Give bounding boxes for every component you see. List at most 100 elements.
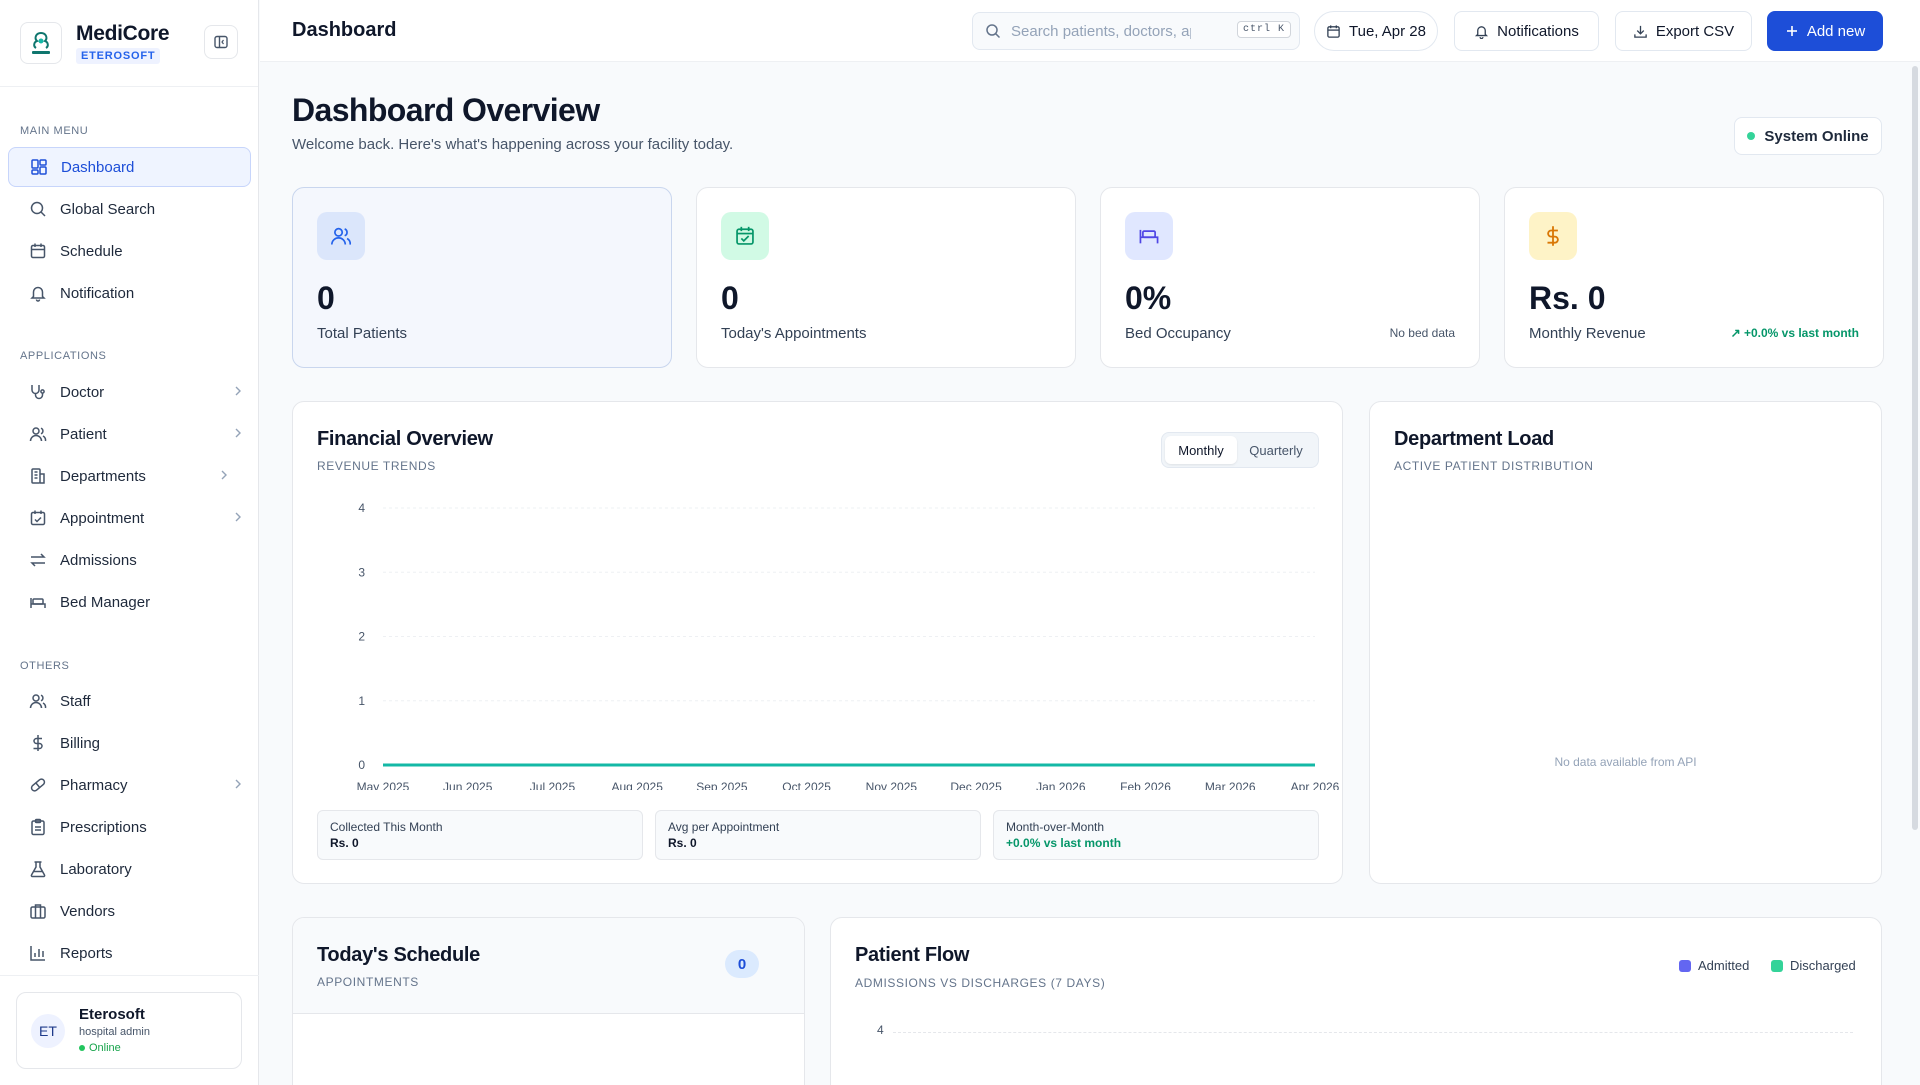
user-name: Eterosoft <box>79 1005 145 1023</box>
sidebar-item-staff[interactable]: Staff <box>8 681 251 721</box>
sidebar-item-vendors[interactable]: Vendors <box>8 891 251 931</box>
search-icon <box>986 24 1001 39</box>
summary-collected: Collected This Month Rs. 0 <box>317 810 643 860</box>
shortcut-hint: ctrl K <box>1236 21 1291 38</box>
notifications-button[interactable]: Notifications <box>1454 11 1599 51</box>
x-tick-label: Jun 2025 <box>443 780 493 790</box>
legend-swatch <box>1771 959 1783 972</box>
export-label: Export CSV <box>1655 22 1735 40</box>
appointment-count-badge: 0 <box>725 950 759 978</box>
x-tick-label: Nov 2025 <box>866 780 918 790</box>
sidebar-item-laboratory[interactable]: Laboratory <box>8 849 251 889</box>
sidebar-item-patient[interactable]: Patient <box>8 414 251 454</box>
toggle-monthly[interactable]: Monthly <box>1165 436 1237 464</box>
summary-value: +0.0% vs last month <box>1006 836 1122 850</box>
toggle-quarterly[interactable]: Quarterly <box>1237 436 1315 464</box>
search-input[interactable] <box>1011 22 1191 40</box>
card-subtitle: REVENUE TRENDS <box>317 459 436 473</box>
notifications-label: Notifications <box>1497 22 1579 40</box>
legend-discharged: Discharged <box>1771 958 1856 973</box>
section-applications: APPLICATIONS <box>20 350 107 362</box>
x-tick-label: Jul 2025 <box>530 780 576 790</box>
date-picker-button[interactable]: Tue, Apr 28 <box>1314 11 1438 51</box>
brand-name: MediCore <box>76 22 170 45</box>
sidebar-item-admissions[interactable]: Admissions <box>8 540 251 580</box>
sidebar-item-label: Notification <box>60 284 135 302</box>
scrollbar-thumb[interactable] <box>1912 66 1918 830</box>
add-new-button[interactable]: Add new <box>1767 11 1883 51</box>
user-role: hospital admin <box>79 1025 150 1038</box>
sidebar-item-pharmacy[interactable]: Pharmacy <box>8 765 251 805</box>
sidebar-item-label: Laboratory <box>60 860 132 878</box>
department-load-card: Department Load ACTIVE PATIENT DISTRIBUT… <box>1369 401 1882 884</box>
sidebar-item-prescriptions[interactable]: Prescriptions <box>8 807 251 847</box>
sidebar-item-label: Vendors <box>60 902 116 920</box>
sidebar-item-schedule[interactable]: Schedule <box>8 231 251 271</box>
legend-label: Admitted <box>1698 958 1750 973</box>
sidebar-item-label: Admissions <box>60 551 137 569</box>
sidebar-item-bed-manager[interactable]: Bed Manager <box>8 582 251 622</box>
sidebar: MediCore ETEROSOFT MAIN MENU Dashboard G… <box>0 0 259 1085</box>
chevron-right-icon <box>235 428 241 438</box>
chevron-right-icon <box>235 512 241 522</box>
stat-card-todays-appointments[interactable]: 0 Today's Appointments <box>696 187 1076 368</box>
sidebar-item-billing[interactable]: Billing <box>8 723 251 763</box>
stat-label: Monthly Revenue <box>1529 325 1646 342</box>
bar-chart-icon <box>28 943 48 963</box>
summary-label: Collected This Month <box>330 820 443 834</box>
x-tick-label: Oct 2025 <box>782 780 831 790</box>
stat-label: Bed Occupancy <box>1125 325 1231 342</box>
card-title: Today's Schedule <box>317 944 480 966</box>
stat-card-monthly-revenue[interactable]: Rs. 0 Monthly Revenue ↗ +0.0% vs last mo… <box>1504 187 1884 368</box>
summary-value: Rs. 0 <box>330 836 359 850</box>
sidebar-item-dashboard[interactable]: Dashboard <box>8 147 251 187</box>
building-icon <box>28 466 48 486</box>
section-main-menu: MAIN MENU <box>20 125 89 137</box>
sidebar-item-doctor[interactable]: Doctor <box>8 372 251 412</box>
global-search[interactable]: ctrl K <box>972 12 1300 50</box>
stat-value: 0% <box>1125 280 1172 316</box>
user-status-label: Online <box>89 1041 121 1054</box>
x-tick-label: Aug 2025 <box>611 780 663 790</box>
system-status-label: System Online <box>1764 127 1869 145</box>
sidebar-item-reports[interactable]: Reports <box>8 933 251 973</box>
sidebar-item-label: Dashboard <box>61 158 135 176</box>
card-title: Financial Overview <box>317 428 493 450</box>
x-tick-label: Dec 2025 <box>950 780 1002 790</box>
user-profile-card[interactable]: ET Eterosoft hospital admin Online <box>16 992 242 1069</box>
sidebar-item-notification[interactable]: Notification <box>8 273 251 313</box>
y-tick-label: 2 <box>358 630 365 644</box>
export-csv-button[interactable]: Export CSV <box>1615 11 1752 51</box>
summary-label: Month-over-Month <box>1006 820 1105 834</box>
chevron-right-icon <box>221 470 227 480</box>
calendar-check-icon <box>28 508 48 528</box>
online-dot-icon <box>79 1044 85 1051</box>
users-icon <box>28 691 48 711</box>
flask-icon <box>28 859 48 879</box>
card-title: Department Load <box>1394 428 1554 450</box>
stat-card-bed-occupancy[interactable]: 0% Bed Occupancy No bed data <box>1100 187 1480 368</box>
dollar-icon <box>28 733 48 753</box>
swap-icon <box>28 550 48 570</box>
date-label: Tue, Apr 28 <box>1349 22 1426 40</box>
briefcase-icon <box>28 901 48 921</box>
stat-card-total-patients[interactable]: 0 Total Patients <box>292 187 672 368</box>
sidebar-collapse-button[interactable] <box>204 25 238 59</box>
bed-icon <box>1125 212 1173 260</box>
legend-admitted: Admitted <box>1679 958 1749 973</box>
page-subtitle: Welcome back. Here's what's happening ac… <box>292 136 734 153</box>
y-tick-label: 3 <box>358 565 365 579</box>
sidebar-item-label: Schedule <box>60 242 123 260</box>
calendar-icon <box>1327 24 1340 38</box>
sidebar-item-appointment[interactable]: Appointment <box>8 498 251 538</box>
sidebar-item-departments[interactable]: Departments <box>8 456 251 496</box>
x-tick-label: Feb 2026 <box>1120 780 1171 790</box>
summary-avg-per-appointment: Avg per Appointment Rs. 0 <box>655 810 981 860</box>
dashboard-icon <box>29 157 49 177</box>
users-icon <box>28 424 48 444</box>
sidebar-item-label: Appointment <box>60 509 145 527</box>
bell-icon <box>1475 25 1489 39</box>
y-tick-label: 4 <box>877 1023 884 1037</box>
sidebar-item-global-search[interactable]: Global Search <box>8 189 251 229</box>
x-tick-label: May 2025 <box>357 780 410 790</box>
